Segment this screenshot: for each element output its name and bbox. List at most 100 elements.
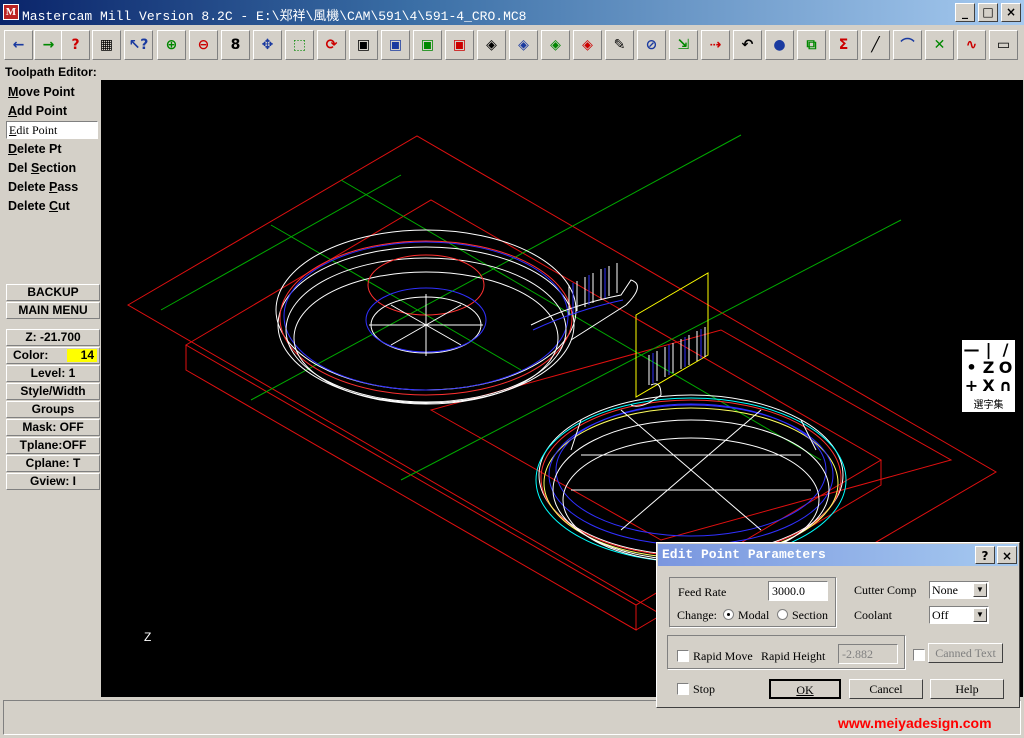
delete-icon[interactable]: ⊘ [637,30,666,60]
undo-icon[interactable]: ↶ [733,30,762,60]
palette-symbol[interactable]: O [997,359,1014,376]
cube-iso-icon[interactable]: ▣ [445,30,474,60]
watermark-text: www.meiyadesign.com [838,715,992,731]
window-title: Mastercam Mill Version 8.2C - E:\郑祥\風機\C… [22,9,527,24]
unzoom-icon[interactable]: ⊖ [189,30,218,60]
color-button[interactable]: Color: 14 [6,347,100,364]
spline-icon-glyph: ∿ [965,37,978,53]
minimize-button[interactable]: _ [955,3,975,22]
help-question-icon[interactable]: ? [61,30,90,60]
mastercam-icon[interactable]: M [3,4,19,20]
pan-icon-glyph: ✥ [261,37,274,53]
rapid-move-label: Rapid Move [693,649,753,663]
cube-side-icon[interactable]: ▣ [413,30,442,60]
cplane-top-icon[interactable]: ◈ [477,30,506,60]
palette-symbol[interactable]: ∩ [997,377,1014,394]
pan-icon[interactable]: ✥ [253,30,282,60]
canned-text-checkbox[interactable] [913,649,925,661]
mask-button[interactable]: Mask: OFF [6,419,100,436]
palette-symbol[interactable]: + [963,377,980,394]
line-icon[interactable]: ╱ [861,30,890,60]
groups-button[interactable]: Groups [6,401,100,418]
shade-sphere-icon[interactable]: ● [765,30,794,60]
rotate-view-icon[interactable]: ⟳ [317,30,346,60]
cplane-front-icon[interactable]: ◈ [509,30,538,60]
delete-icon-glyph: ⊘ [645,37,658,53]
cutter-comp-select[interactable]: None ▼ [929,581,989,599]
palette-symbol[interactable]: | [980,341,997,358]
palette-symbol[interactable]: — [963,341,980,358]
stop-checkbox[interactable] [677,683,689,695]
level-button[interactable]: Level: 1 [6,365,100,382]
backup-button[interactable]: BACKUP [6,284,100,301]
modal-radio[interactable] [723,609,734,620]
gview-button[interactable]: Gview: I [6,473,100,490]
back-arrow-icon[interactable]: ← [4,30,33,60]
cube-top-icon[interactable]: ▣ [349,30,378,60]
menu-delete-pt[interactable]: Delete Pt [6,140,98,158]
backplot-icon[interactable]: ⧉ [797,30,826,60]
analyze-icon[interactable]: ↖? [124,30,153,60]
palette-caption: 選字集 [973,400,1004,411]
menu-delete-pass[interactable]: Delete Pass [6,178,98,196]
arc-icon-glyph: ⌒ [900,38,915,54]
symbol-palette[interactable]: 選字集 — | / • Z O + X ∩ [962,340,1015,412]
calculator-icon[interactable]: ▦ [92,30,121,60]
back-arrow-icon-glyph: ← [12,37,25,53]
menu-edit-point[interactable]: Edit Point [6,121,98,139]
rapid-height-input[interactable]: -2.882 [838,644,898,664]
coolant-select[interactable]: Off ▼ [929,606,989,624]
ok-button[interactable]: OK [769,679,841,699]
help-button[interactable]: Help [930,679,1004,699]
title-bar: M Mastercam Mill Version 8.2C - E:\郑祥\風機… [0,0,1024,25]
trim-icon[interactable]: ✕ [925,30,954,60]
zoom-window-icon[interactable]: ⊕ [157,30,186,60]
transform-icon-glyph: ⇲ [677,37,690,53]
dialog-help-icon[interactable]: ? [975,546,995,564]
cplane-3d-icon[interactable]: ◈ [573,30,602,60]
menu-del-section[interactable]: Del Section [6,159,98,177]
select-window-icon[interactable]: ⬚ [285,30,314,60]
pencil-icon[interactable]: ✎ [605,30,634,60]
change-label: Change: [677,608,717,622]
dialog-close-icon[interactable]: × [997,546,1017,564]
undo-icon-glyph: ↶ [741,37,754,53]
feed-rate-input[interactable]: 3000.0 [768,581,828,601]
translate-icon[interactable]: ⇢ [701,30,730,60]
style-width-button[interactable]: Style/Width [6,383,100,400]
section-radio[interactable] [777,609,788,620]
maximize-button[interactable]: □ [978,3,998,22]
cplane-button[interactable]: Cplane: T [6,455,100,472]
menu-delete-cut[interactable]: Delete Cut [6,197,98,215]
cplane-side-icon[interactable]: ◈ [541,30,570,60]
forward-arrow-icon[interactable]: → [34,30,63,60]
arc-icon[interactable]: ⌒ [893,30,922,60]
menu-move-point[interactable]: Move Point [6,83,98,101]
palette-symbol[interactable]: Z [980,359,997,376]
transform-icon[interactable]: ⇲ [669,30,698,60]
palette-symbol[interactable]: / [997,341,1014,358]
zoom-8-icon[interactable]: 8 [221,30,250,60]
cutter-comp-label: Cutter Comp [854,583,917,597]
cancel-button[interactable]: Cancel [849,679,923,699]
canned-text-button[interactable]: Canned Text [928,643,1003,663]
palette-symbol[interactable]: X [980,377,997,394]
main-menu-panel: Move Point Add Point Edit Point Delete P… [3,82,101,697]
rapid-move-checkbox[interactable] [677,650,689,662]
spline-icon[interactable]: ∿ [957,30,986,60]
coolant-label: Coolant [854,608,892,622]
sum-icon[interactable]: Σ [829,30,858,60]
cube-front-icon[interactable]: ▣ [381,30,410,60]
main-menu-button[interactable]: MAIN MENU [6,302,100,319]
tplane-button[interactable]: Tplane:OFF [6,437,100,454]
close-button[interactable]: × [1001,3,1021,22]
z-depth-button[interactable]: Z: -21.700 [6,329,100,346]
menu-add-point[interactable]: Add Point [6,102,98,120]
toolpath-editor-prompt: Toolpath Editor: [5,65,97,79]
cutter-comp-value: None [932,583,958,597]
rectangle-icon[interactable]: ▭ [989,30,1018,60]
rapid-height-label: Rapid Height [761,649,826,663]
help-question-icon-glyph: ? [71,37,80,53]
palette-symbol[interactable]: • [963,359,980,376]
zoom-window-icon-glyph: ⊕ [165,37,178,53]
